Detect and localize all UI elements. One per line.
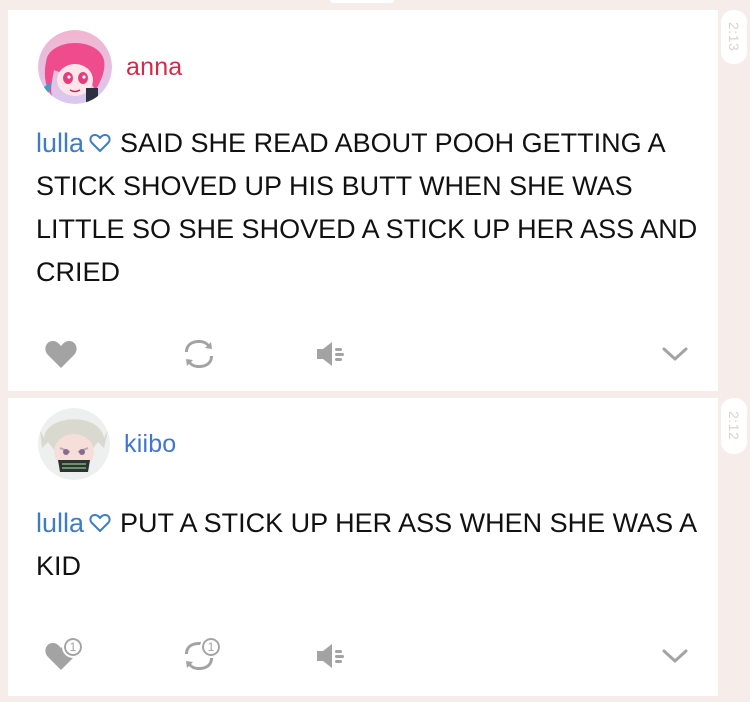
- reblog-button[interactable]: [176, 334, 222, 374]
- reblog-icon: [185, 340, 213, 368]
- mention-link[interactable]: lulla: [36, 508, 84, 538]
- reblog-count-badge: 1: [200, 636, 222, 658]
- heart-outline-icon: [88, 505, 112, 532]
- post-header: kiibo: [38, 408, 176, 480]
- reblog-button[interactable]: 1: [176, 636, 222, 676]
- post-text: lulla PUT A STICK UP HER ASS WHEN SHE WAS…: [36, 502, 706, 588]
- timestamp-rail: 2:12: [721, 398, 747, 454]
- anna-avatar-image: [38, 30, 112, 104]
- speaker-button[interactable]: [308, 636, 354, 676]
- post-body-text: SAID SHE READ ABOUT POOH GETTING A STICK…: [36, 128, 698, 287]
- avatar[interactable]: [38, 408, 110, 480]
- chevron-down-icon: [662, 347, 688, 361]
- more-options-button[interactable]: [652, 334, 698, 374]
- kiibo-avatar-image: [38, 408, 110, 480]
- avatar[interactable]: [38, 30, 112, 104]
- more-options-button[interactable]: [652, 636, 698, 676]
- post-actions: 1 1: [38, 636, 698, 676]
- like-button[interactable]: [38, 334, 84, 374]
- post-card: kiibo lulla PUT A STICK UP HER ASS WHEN S…: [8, 398, 718, 696]
- username[interactable]: kiibo: [124, 430, 176, 459]
- chevron-down-icon: [662, 649, 688, 663]
- post-card: anna lulla SAID SHE READ ABOUT POOH GETTI…: [8, 10, 718, 391]
- timestamp: 2:13: [726, 22, 742, 52]
- post-text: lulla SAID SHE READ ABOUT POOH GETTING A …: [36, 122, 706, 294]
- like-count-badge: 1: [62, 636, 84, 658]
- heart-outline-icon: [88, 125, 112, 152]
- heart-icon: [45, 341, 77, 368]
- top-stub: [330, 0, 394, 3]
- post-header: anna: [38, 30, 182, 104]
- post-body-text: PUT A STICK UP HER ASS WHEN SHE WAS A KI…: [36, 508, 696, 581]
- reblog-count: 1: [207, 640, 215, 654]
- like-button[interactable]: 1: [38, 636, 84, 676]
- speaker-button[interactable]: [308, 334, 354, 374]
- speaker-icon: [317, 644, 344, 668]
- post-actions: [38, 334, 698, 374]
- username[interactable]: anna: [126, 53, 182, 82]
- mention-link[interactable]: lulla: [36, 128, 84, 158]
- timestamp-rail: 2:13: [721, 10, 747, 64]
- like-count: 1: [69, 640, 77, 654]
- timestamp: 2:12: [726, 411, 742, 441]
- speaker-icon: [317, 342, 344, 366]
